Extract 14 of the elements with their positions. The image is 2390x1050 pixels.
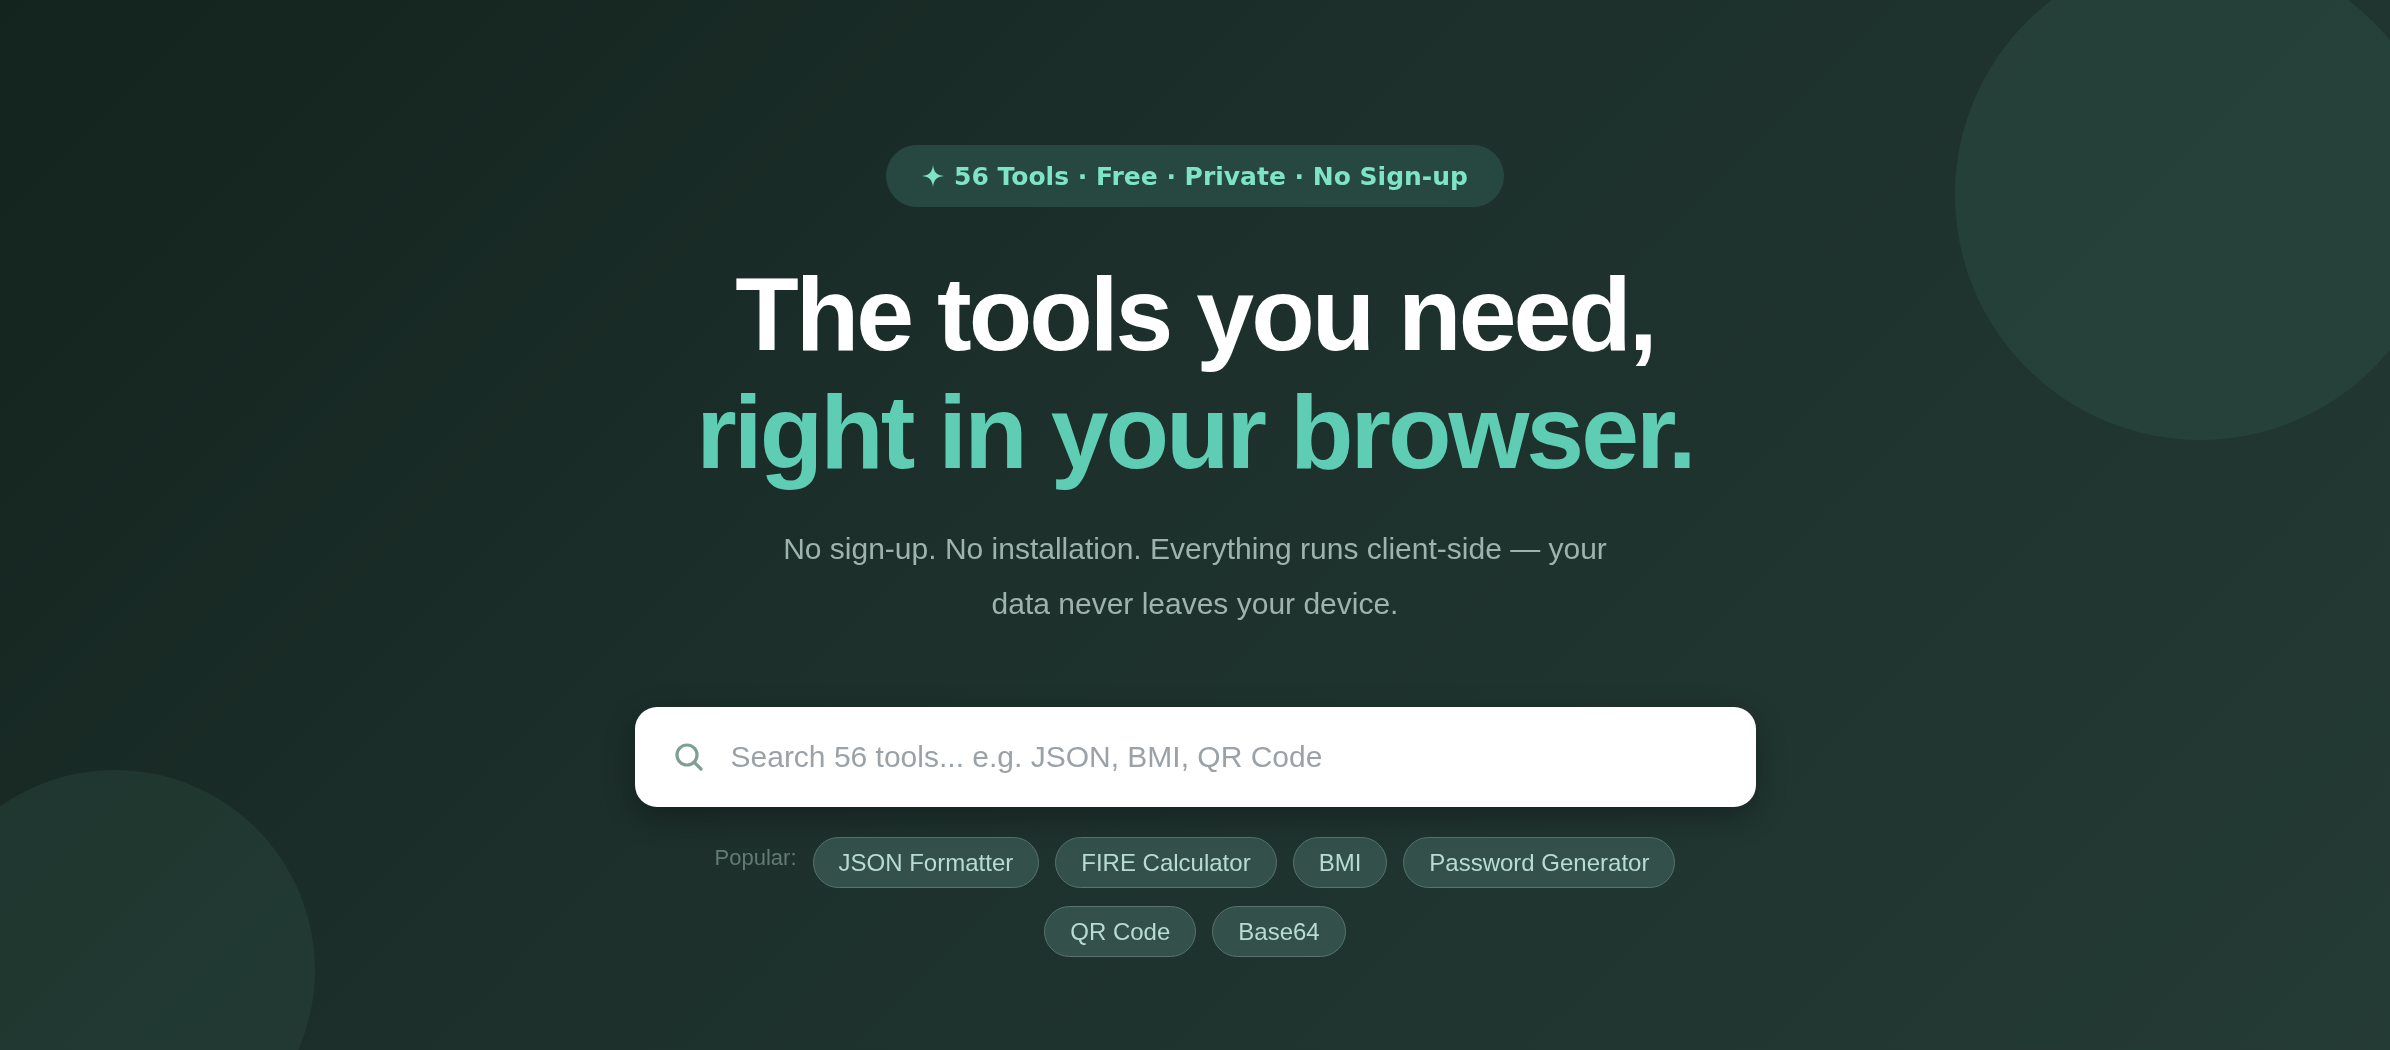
headline-accent: right in your browser.	[696, 373, 1694, 491]
sparkle-icon	[922, 165, 945, 187]
tool-chip[interactable]: BMI	[1292, 837, 1388, 888]
tool-chip[interactable]: QR Code	[1044, 906, 1197, 957]
tool-chip[interactable]: FIRE Calculator	[1055, 837, 1277, 888]
search-field[interactable]: Search 56 tools... e.g. JSON, BMI, QR Code	[634, 707, 1756, 807]
badge-text: 56 Tools · Free · Private · No Sign-up	[954, 161, 1468, 191]
headline: The tools you need,	[734, 255, 1656, 373]
search-icon	[672, 741, 705, 773]
tool-chip[interactable]: Password Generator	[1403, 837, 1676, 888]
popular-label: Popular:	[714, 845, 797, 871]
tool-chip[interactable]: JSON Formatter	[812, 837, 1040, 888]
tool-chip[interactable]: Base64	[1212, 906, 1346, 957]
subtitle: No sign-up. No installation. Everything runs client-side — your data never leaves your device.	[782, 531, 1608, 622]
